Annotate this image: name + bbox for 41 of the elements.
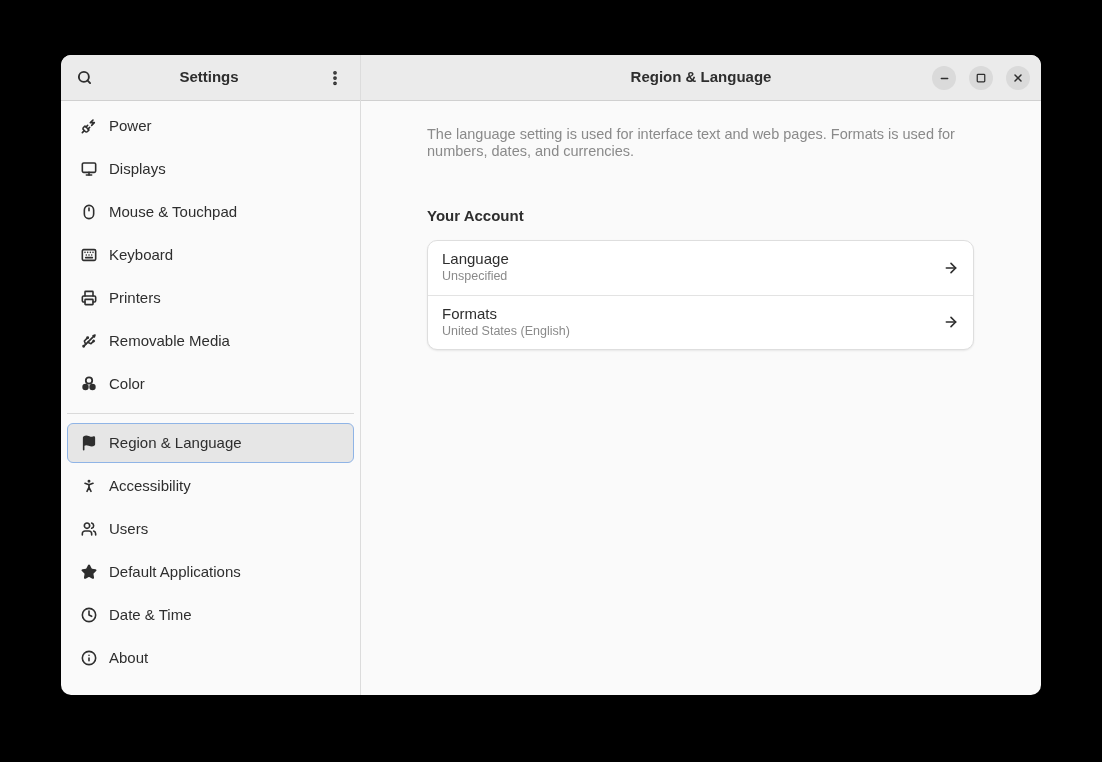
sidebar-item[interactable]: Region & Language: [67, 423, 354, 463]
star-icon: [81, 564, 97, 580]
plug-icon: [81, 118, 97, 134]
row-title: Formats: [442, 304, 498, 323]
sidebar-item[interactable]: About: [67, 638, 354, 678]
sidebar-item[interactable]: Default Applications: [67, 552, 354, 592]
sidebar-item[interactable]: Printers: [67, 278, 354, 318]
person-icon: [81, 478, 97, 494]
clock-icon: [81, 607, 97, 623]
row-subtitle: Unspecified: [442, 268, 509, 285]
keyboard-icon: [81, 247, 97, 263]
row-subtitle: United States (English): [442, 322, 570, 340]
sidebar-item[interactable]: Power: [67, 106, 354, 146]
description-text: The language setting is used for interface text and web pages. Formats is used for numbers, dates, and currencies.: [427, 126, 956, 160]
flag-icon: [81, 435, 97, 451]
search-icon[interactable]: [77, 70, 92, 85]
printer-icon: [81, 290, 97, 306]
sidebar-item[interactable]: Keyboard: [67, 235, 354, 275]
users-icon: [81, 521, 97, 537]
sidebar-item[interactable]: Color: [67, 364, 354, 404]
mouse-icon: [81, 204, 97, 220]
sidebar-item[interactable]: Displays: [67, 149, 354, 189]
color-circles-icon: [81, 376, 97, 392]
sidebar-item[interactable]: Accessibility: [67, 466, 354, 506]
sidebar-item[interactable]: Removable Media: [67, 321, 354, 361]
section-title: Your Account: [427, 206, 525, 226]
usb-drive-icon: [81, 333, 97, 349]
window-title: Region & Language: [630, 67, 772, 88]
info-icon: [81, 650, 97, 666]
settings-row[interactable]: Language Unspecified: [428, 240, 973, 295]
sidebar-item[interactable]: Date & Time: [67, 595, 354, 635]
sidebar-item[interactable]: Mouse & Touchpad: [67, 192, 354, 232]
maximize-button[interactable]: [969, 66, 993, 90]
close-icon: [1012, 72, 1024, 84]
close-button[interactable]: [1006, 66, 1030, 90]
row-title: Language: [442, 250, 509, 268]
settings-row[interactable]: Formats United States (English): [428, 294, 973, 349]
sidebar-item[interactable]: Users: [67, 509, 354, 549]
monitor-icon: [81, 161, 97, 177]
sidebar-title: Settings: [179, 67, 239, 88]
maximize-icon: [976, 73, 986, 83]
